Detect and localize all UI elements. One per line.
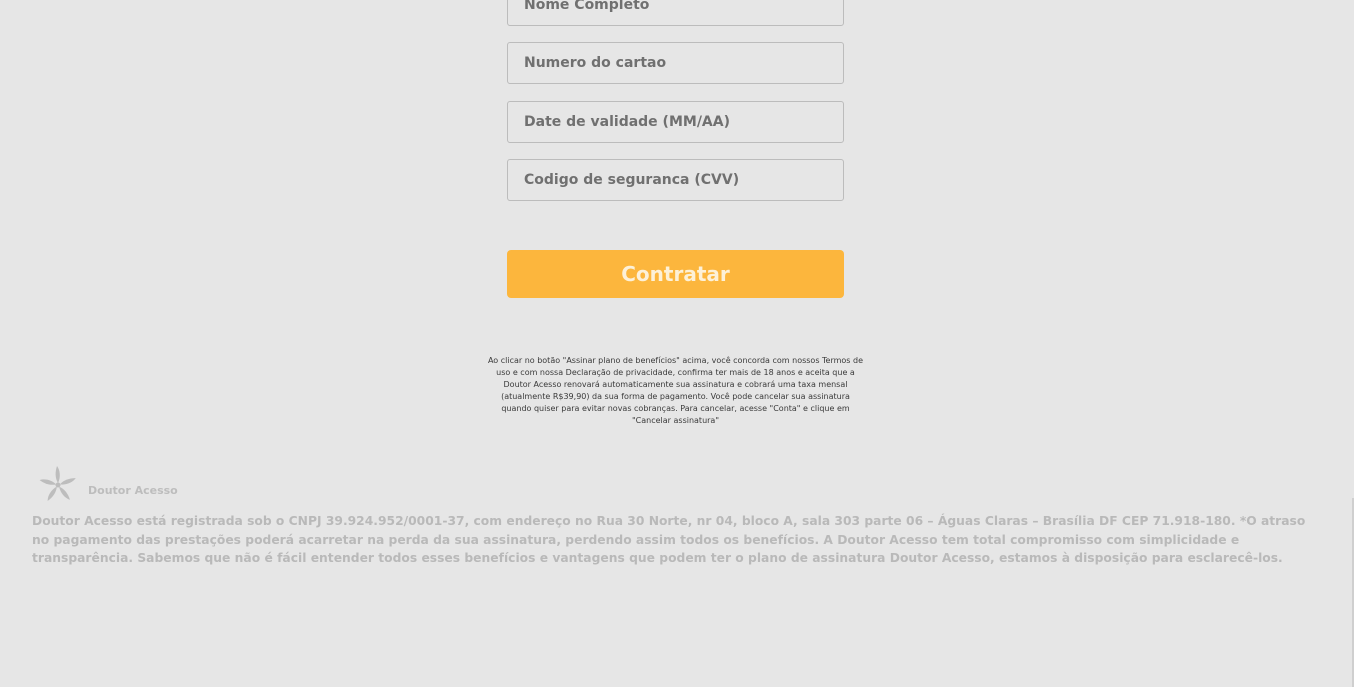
full-name-input[interactable] bbox=[507, 0, 844, 26]
legal-notice: Ao clicar no botão "Assinar plano de ben… bbox=[487, 356, 864, 425]
brand-name: Doutor Acesso bbox=[88, 483, 178, 497]
contratar-button[interactable]: Contratar bbox=[507, 250, 844, 298]
card-number-input[interactable] bbox=[507, 42, 844, 84]
footer-disclaimer: Doutor Acesso está registrada sob o CNPJ… bbox=[32, 514, 1306, 566]
cvv-input[interactable] bbox=[507, 159, 844, 201]
star-flower-icon bbox=[39, 466, 76, 501]
footer-brand: Doutor Acesso bbox=[38, 466, 178, 504]
expiry-date-input[interactable] bbox=[507, 101, 844, 143]
